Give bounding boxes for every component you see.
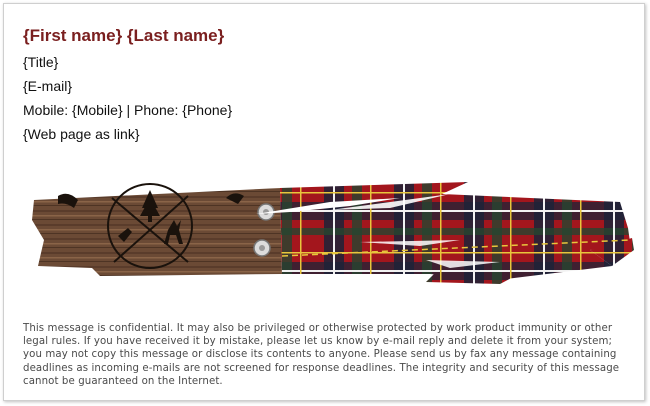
- signature-email: {E-mail}: [23, 78, 73, 94]
- signature-phones: Mobile: {Mobile} | Phone: {Phone}: [23, 102, 233, 118]
- confidentiality-disclaimer: This message is confidential. It may als…: [23, 323, 620, 387]
- signature-block: {First name} {Last name} {Title} {E-mail…: [23, 25, 232, 146]
- signature-name: {First name} {Last name}: [23, 26, 225, 45]
- rustic-plaid-banner-image: [32, 182, 634, 284]
- signature-web-link[interactable]: {Web page as link}: [23, 122, 232, 146]
- signature-title: {Title}: [23, 54, 59, 70]
- email-signature-frame: {First name} {Last name} {Title} {E-mail…: [3, 3, 645, 401]
